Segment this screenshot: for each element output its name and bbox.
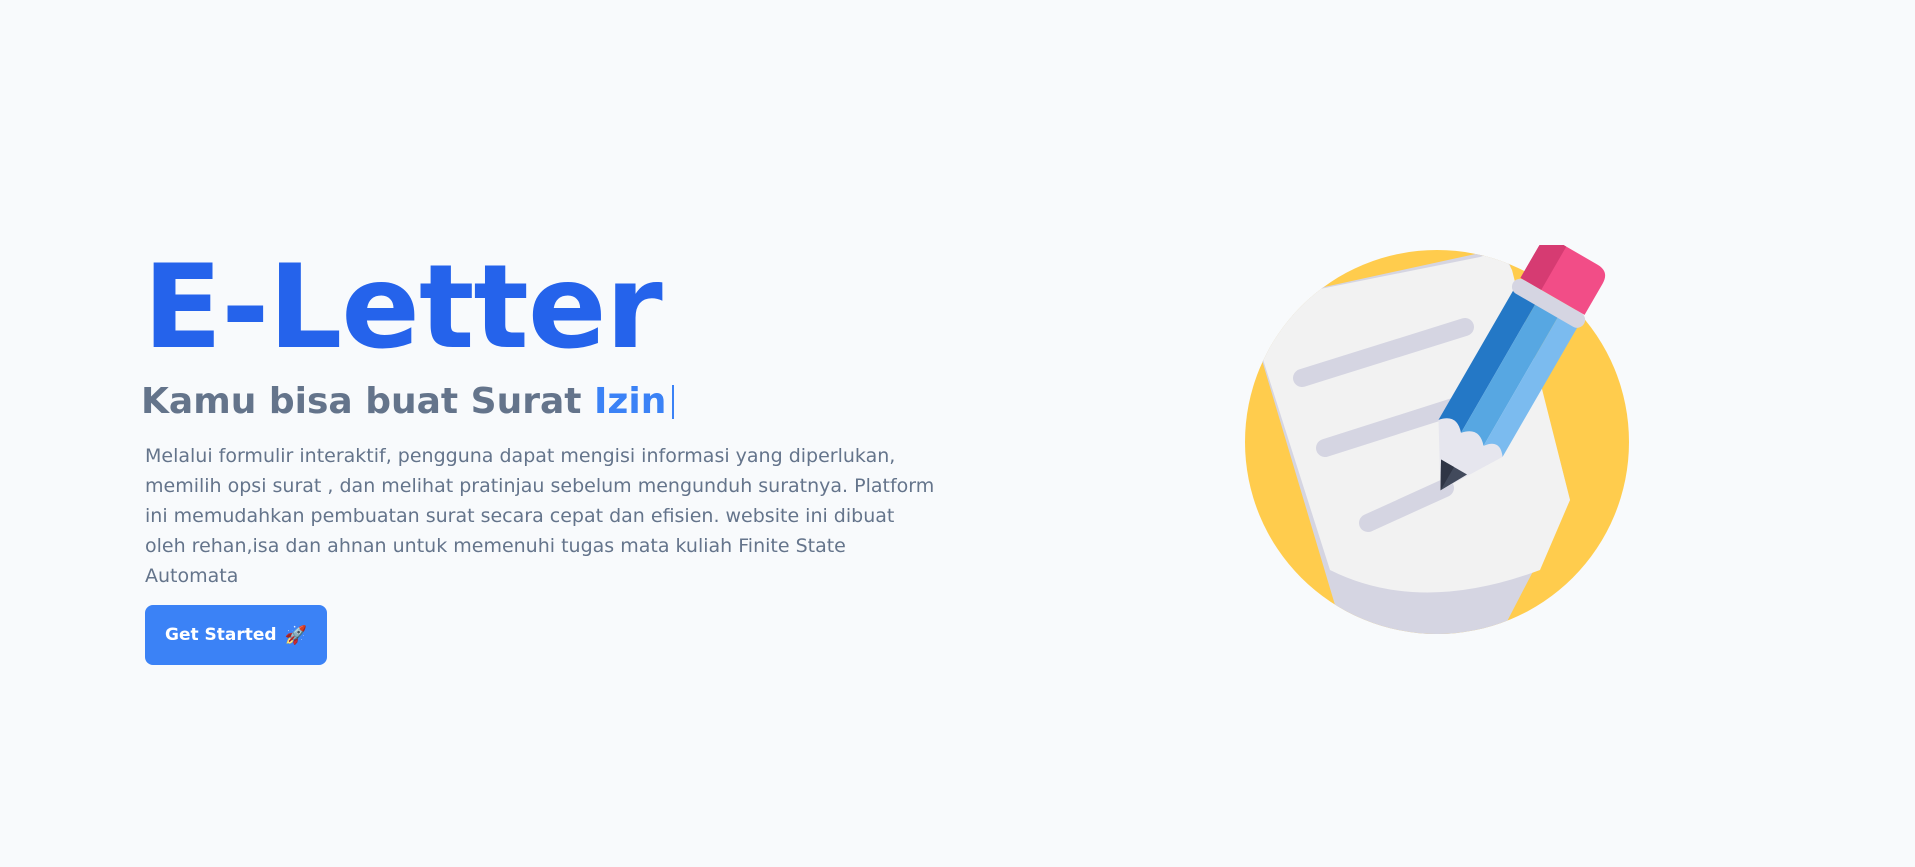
paper-and-pencil-icon <box>1240 239 1640 645</box>
hero-section: E-Letter Kamu bisa buat Surat Izin Melal… <box>0 0 1915 867</box>
tagline-typed-word: Izin <box>594 381 667 422</box>
get-started-button[interactable]: Get Started 🚀 <box>145 605 328 666</box>
get-started-label: Get Started <box>165 625 277 646</box>
tagline-prefix: Kamu bisa buat Surat <box>141 381 582 422</box>
brand-title: E-Letter <box>143 240 663 375</box>
typing-cursor <box>672 385 675 419</box>
hero-tagline: Kamu bisa buat Surat Izin <box>141 380 943 423</box>
hero-description: Melalui formulir interaktif, pengguna da… <box>145 445 935 588</box>
hero-text-block: E-Letter Kamu bisa buat Surat Izin Melal… <box>141 240 943 666</box>
rocket-icon: 🚀 <box>284 624 308 646</box>
